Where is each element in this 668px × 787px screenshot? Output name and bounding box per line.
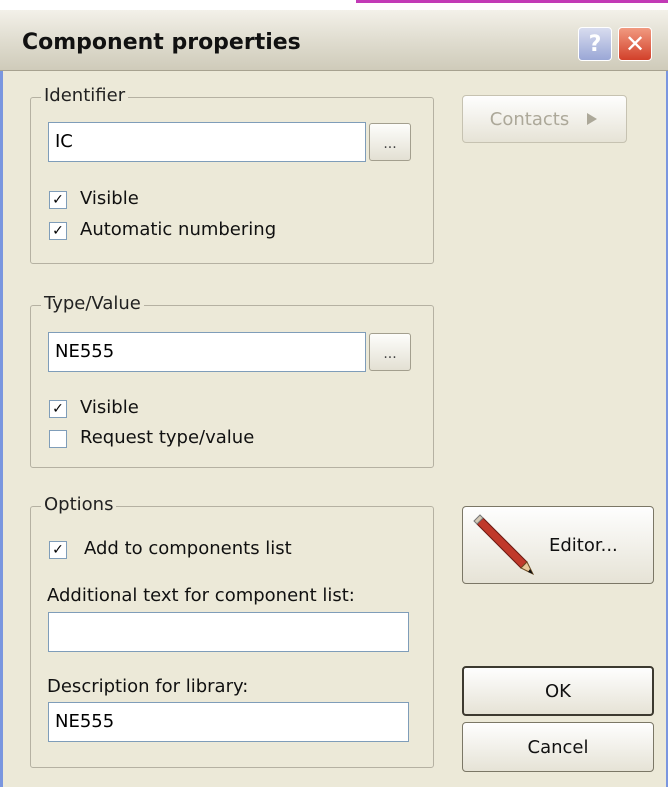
type-value-input[interactable]: NE555 xyxy=(48,332,366,372)
request-type-value-label: Request type/value xyxy=(80,427,255,448)
cancel-button-label: Cancel xyxy=(527,736,589,758)
help-icon: ? xyxy=(588,31,602,57)
checkmark-icon: ✓ xyxy=(52,401,64,417)
description-input[interactable]: NE555 xyxy=(48,702,409,742)
automatic-numbering-label: Automatic numbering xyxy=(80,219,277,240)
checkmark-icon: ✓ xyxy=(52,192,64,208)
add-to-components-list-checkbox[interactable]: ✓ xyxy=(49,541,67,559)
contacts-button-label: Contacts xyxy=(489,108,570,130)
identifier-browse-button[interactable]: ... xyxy=(369,123,411,161)
editor-button[interactable]: Editor... xyxy=(462,506,654,584)
title-bar: Component properties ? ✕ xyxy=(0,10,668,71)
type-visible-checkbox[interactable]: ✓ xyxy=(49,400,67,418)
cancel-button[interactable]: Cancel xyxy=(462,722,654,772)
request-type-value-checkbox[interactable] xyxy=(49,430,67,448)
window-title: Component properties xyxy=(22,30,301,55)
additional-text-label: Additional text for component list: xyxy=(47,585,355,606)
identifier-input[interactable]: IC xyxy=(48,122,366,162)
identifier-visible-checkbox[interactable]: ✓ xyxy=(49,191,67,209)
contacts-button[interactable]: Contacts xyxy=(462,95,627,143)
identifier-group-label: Identifier xyxy=(41,85,129,106)
type-visible-label: Visible xyxy=(80,397,139,418)
checkmark-icon: ✓ xyxy=(52,223,64,239)
top-strip xyxy=(0,0,668,10)
identifier-visible-label: Visible xyxy=(80,188,139,209)
triangle-right-icon xyxy=(587,113,598,125)
ok-button-label: OK xyxy=(545,680,571,702)
add-to-components-list-label: Add to components list xyxy=(84,538,292,559)
close-icon: ✕ xyxy=(624,30,646,58)
editor-button-label: Editor... xyxy=(549,534,618,556)
automatic-numbering-checkbox[interactable]: ✓ xyxy=(49,222,67,240)
help-button[interactable]: ? xyxy=(578,27,612,61)
additional-text-input[interactable] xyxy=(48,612,409,652)
ok-button[interactable]: OK xyxy=(462,666,654,716)
options-group-label: Options xyxy=(41,494,117,515)
pencil-icon xyxy=(473,514,535,576)
checkmark-icon: ✓ xyxy=(52,542,64,558)
close-button[interactable]: ✕ xyxy=(618,27,652,61)
type-value-group-label: Type/Value xyxy=(41,293,144,314)
type-value-browse-button[interactable]: ... xyxy=(369,333,411,371)
background-window-edge xyxy=(356,0,668,3)
description-label: Description for library: xyxy=(47,676,249,697)
